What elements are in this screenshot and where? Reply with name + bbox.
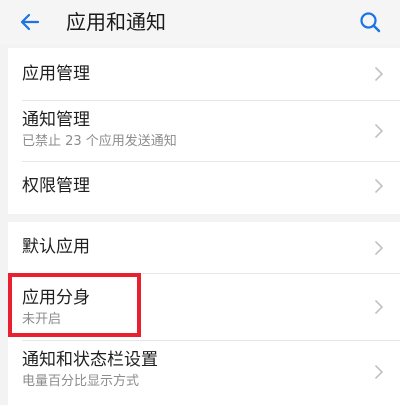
arrow-left-icon <box>20 13 40 31</box>
item-title: 通知管理 <box>22 110 90 130</box>
item-subtitle: 已禁止 23 个应用发送通知 <box>22 134 177 149</box>
item-subtitle: 电量百分比显示方式 <box>22 374 140 389</box>
app-management-item[interactable]: 应用管理 <box>8 48 400 100</box>
back-button[interactable] <box>14 6 46 38</box>
item-title: 应用管理 <box>22 64 90 84</box>
app-bar: 应用和通知 <box>0 0 400 44</box>
chevron-right-icon <box>375 365 383 379</box>
item-title: 通知和状态栏设置 <box>22 350 158 370</box>
default-apps-item[interactable]: 默认应用 <box>8 222 400 272</box>
chevron-right-icon <box>375 241 383 255</box>
notification-management-item[interactable]: 通知管理 已禁止 23 个应用发送通知 <box>8 101 400 161</box>
chevron-right-icon <box>375 179 383 193</box>
settings-group-2: 默认应用 应用分身 未开启 通知和状态栏设置 电量百分比显示方式 <box>8 222 400 405</box>
settings-group-1: 应用管理 通知管理 已禁止 23 个应用发送通知 权限管理 <box>8 48 400 214</box>
search-button[interactable] <box>354 6 386 38</box>
search-icon <box>360 12 381 33</box>
item-title: 权限管理 <box>22 176 90 196</box>
item-title: 应用分身 <box>22 288 90 308</box>
chevron-right-icon <box>375 124 383 138</box>
notification-status-bar-settings-item[interactable]: 通知和状态栏设置 电量百分比显示方式 <box>8 341 400 405</box>
page-title: 应用和通知 <box>66 10 166 34</box>
item-subtitle: 未开启 <box>22 312 62 327</box>
chevron-right-icon <box>375 67 383 81</box>
item-title: 默认应用 <box>22 237 90 257</box>
app-twin-item[interactable]: 应用分身 未开启 <box>8 274 400 338</box>
permission-management-item[interactable]: 权限管理 <box>8 162 400 214</box>
chevron-right-icon <box>375 300 383 314</box>
